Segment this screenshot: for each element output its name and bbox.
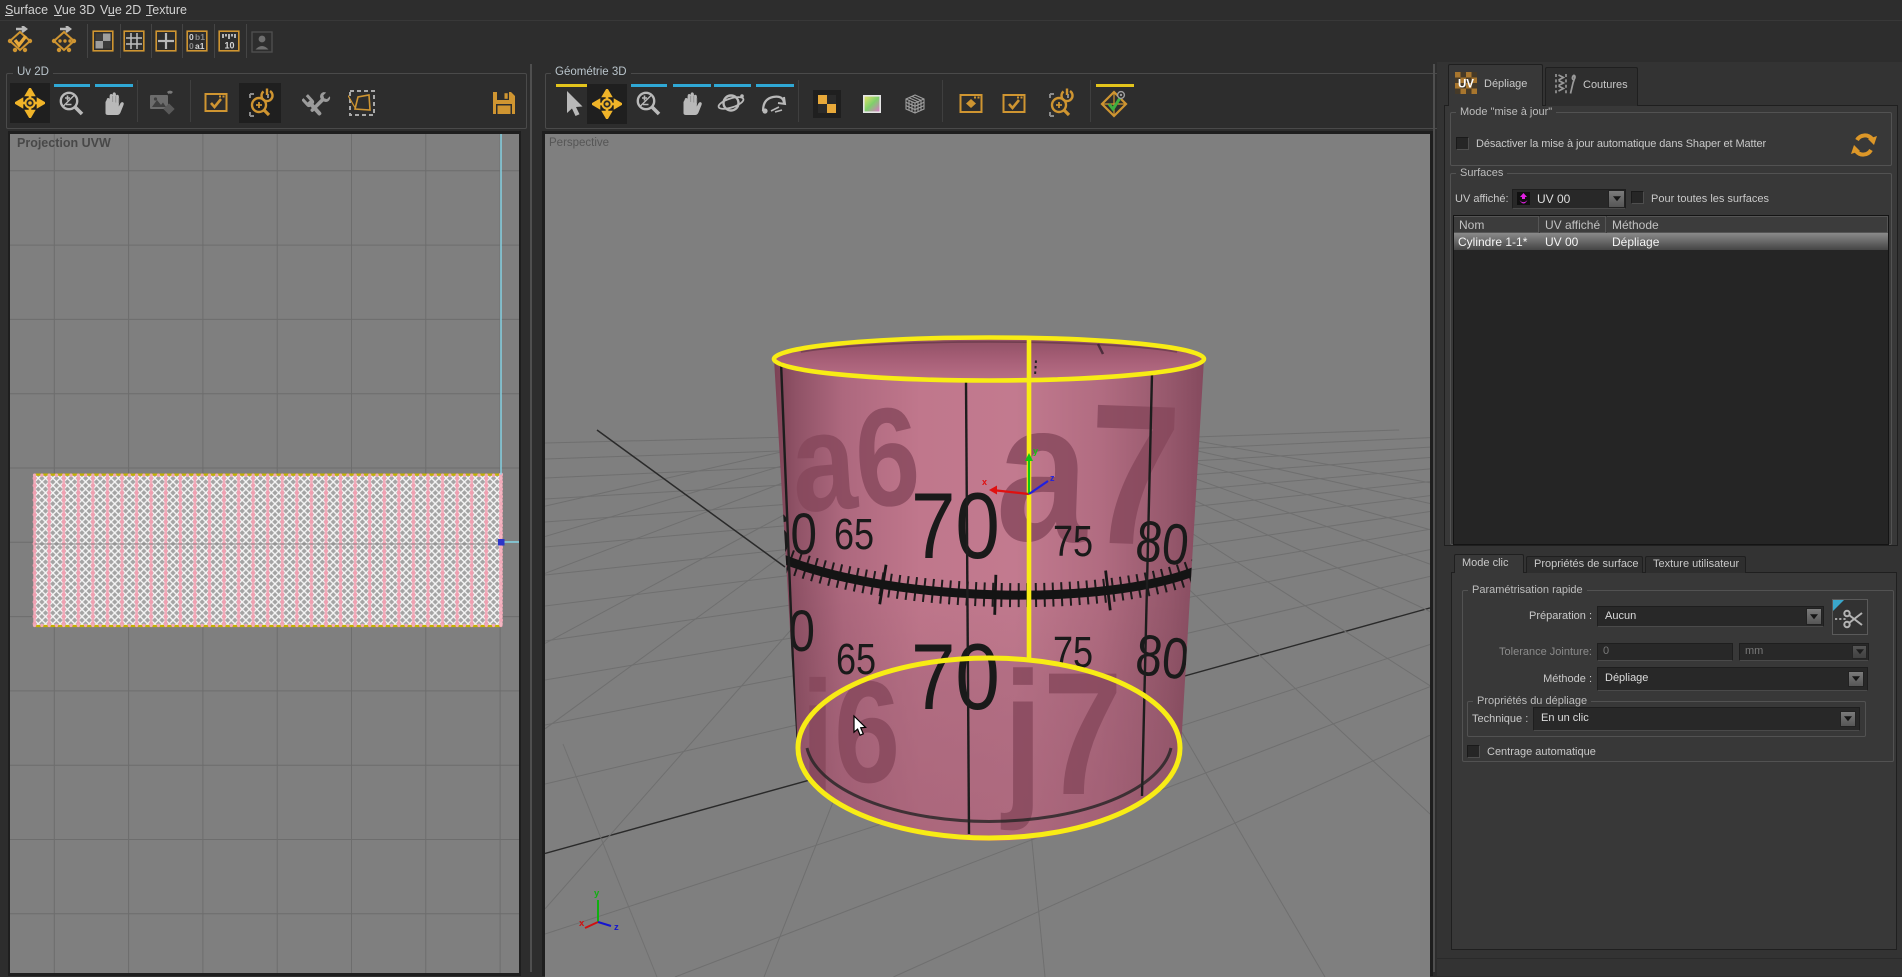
svg-text:UV: UV [1458, 79, 1474, 91]
svg-text:z: z [614, 922, 619, 933]
svg-text:65: 65 [834, 510, 874, 559]
svg-text:Projection UVW: Projection UVW [17, 136, 111, 150]
svg-text:70: 70 [911, 474, 1000, 579]
svg-text:70: 70 [911, 625, 1000, 730]
svg-text:0: 0 [189, 41, 194, 51]
svg-text:Perspective: Perspective [549, 137, 609, 149]
svg-text:a1: a1 [195, 41, 205, 51]
svg-text:x: x [579, 918, 585, 929]
svg-text:x: x [982, 477, 987, 487]
svg-text:y: y [1033, 446, 1038, 456]
svg-text:10: 10 [225, 41, 235, 51]
svg-text:y: y [594, 888, 600, 899]
svg-text:z: z [1050, 473, 1055, 483]
svg-text:75: 75 [1053, 517, 1093, 566]
svg-text:80: 80 [1133, 509, 1192, 579]
svg-text:80: 80 [1133, 623, 1192, 693]
